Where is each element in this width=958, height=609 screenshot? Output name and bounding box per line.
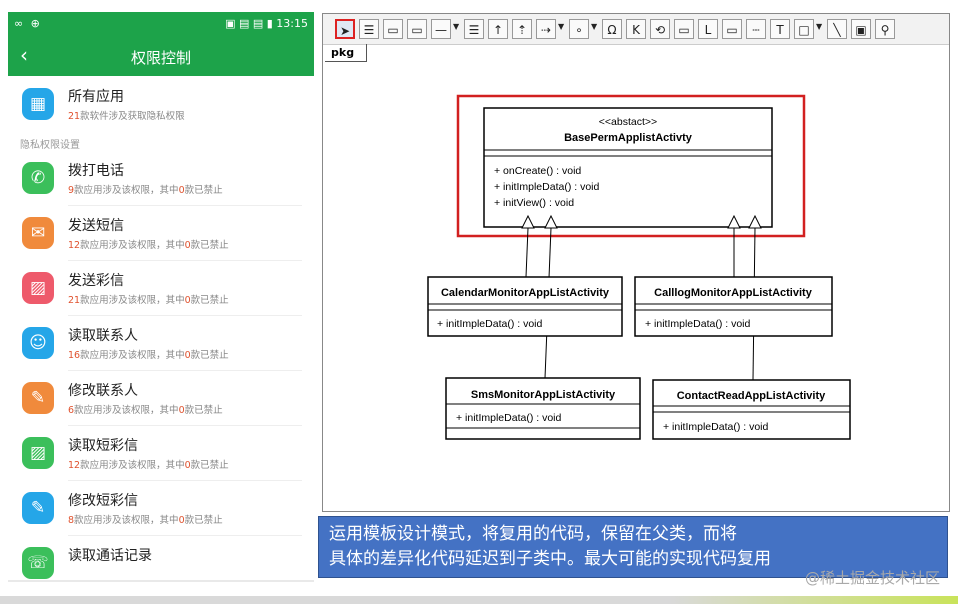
status-bar: ∞ ⊕ ▣ ▤ ▤ ▮ 13:15	[8, 12, 314, 36]
abstract-op: + onCreate() : void	[494, 165, 581, 177]
abstract-op: + initImpleData() : void	[494, 181, 599, 193]
permission-title: 读取通话记录	[68, 548, 152, 564]
permission-item[interactable]: ✉ 发送短信 12款应用涉及该权限，其中0款已禁止	[8, 207, 314, 261]
person-icon: ☺	[22, 327, 54, 359]
permission-title: 读取联系人	[68, 328, 138, 344]
subclass-box[interactable]: CalllogMonitorAppListActivity + initImpl…	[634, 276, 833, 337]
permission-item[interactable]: ▨ 发送彩信 21款应用涉及该权限，其中0款已禁止	[8, 262, 314, 316]
mail-icon: ✉	[22, 217, 54, 249]
subclass-op: + initImpleData() : void	[645, 318, 750, 330]
abstract-class[interactable]: <<abstact>> BasePermApplistActivty + onC…	[483, 107, 773, 228]
permission-subtitle: 8款应用涉及该权限，其中0款已禁止	[68, 515, 223, 526]
permission-title: 修改短彩信	[68, 493, 138, 509]
phone-bottom-bar	[8, 580, 314, 582]
permission-subtitle: 12款应用涉及该权限，其中0款已禁止	[68, 240, 229, 251]
status-right-icons: ▣ ▤ ▤ ▮ 13:15	[225, 17, 308, 30]
divider	[68, 425, 302, 426]
uml-editor: ➤ ☰ ▭ ▭ — ▼ ☰ ↑ ⇡ ⇢ ▼ ∘ ▼ Ω K ⟲ ▭ L ▭ ┄ T □ ▼ ╲ ▣ ⚲ pkg <<abstact…	[322, 13, 950, 512]
watermark: @稀土掘金技术社区	[804, 569, 940, 587]
permission-subtitle: 16款应用涉及该权限，其中0款已禁止	[68, 350, 229, 361]
subclass-name: CalllogMonitorAppListActivity	[654, 287, 813, 299]
permission-item[interactable]: ✎ 修改联系人 6款应用涉及该权限，其中0款已禁止	[8, 372, 314, 426]
app-bar: ‹ 权限控制	[8, 36, 314, 76]
divider	[68, 260, 302, 261]
subclass-op: + initImpleData() : void	[456, 412, 561, 424]
permission-item[interactable]: ☺ 读取联系人 16款应用涉及该权限，其中0款已禁止	[8, 317, 314, 371]
permission-title: 发送短信	[68, 218, 124, 234]
class-diagram: <<abstact>> BasePermApplistActivty + onC…	[427, 94, 851, 440]
subclass-name: SmsMonitorAppListActivity	[471, 389, 616, 401]
divider	[68, 480, 302, 481]
subclass-op: + initImpleData() : void	[437, 318, 542, 330]
permission-item[interactable]: ✎ 修改短彩信 8款应用涉及该权限，其中0款已禁止	[8, 482, 314, 536]
message-image-icon: ▨	[22, 437, 54, 469]
edit-person-icon: ✎	[22, 382, 54, 414]
permission-title: 读取短彩信	[68, 438, 138, 454]
divider	[68, 370, 302, 371]
subclass-box[interactable]: ContactReadAppListActivity + initImpleDa…	[652, 379, 851, 440]
permission-item[interactable]: ▨ 读取短彩信 12款应用涉及该权限，其中0款已禁止	[8, 427, 314, 481]
divider	[68, 315, 302, 316]
divider	[68, 535, 302, 536]
permission-subtitle: 9款应用涉及该权限，其中0款已禁止	[68, 185, 223, 196]
footer-strip	[0, 596, 958, 604]
permission-title: 拨打电话	[68, 163, 124, 179]
permission-item[interactable]: ✆ 拨打电话 9款应用涉及该权限，其中0款已禁止	[8, 152, 314, 206]
all-apps-item[interactable]: ▦ 所有应用 21款软件涉及获取隐私权限	[8, 78, 314, 132]
grid-icon: ▦	[22, 88, 54, 120]
subclass-name: ContactReadAppListActivity	[677, 390, 826, 402]
phone-screen: ∞ ⊕ ▣ ▤ ▤ ▮ 13:15 ‹ 权限控制 ▦ 所有应用 21款软件涉及获…	[8, 12, 314, 582]
subclass-box[interactable]: SmsMonitorAppListActivity + initImpleDat…	[445, 377, 641, 440]
abstract-op: + initView() : void	[494, 197, 574, 209]
permission-subtitle: 21款应用涉及该权限，其中0款已禁止	[68, 295, 229, 306]
phone-icon: ✆	[22, 162, 54, 194]
divider	[68, 205, 302, 206]
permission-subtitle: 12款应用涉及该权限，其中0款已禁止	[68, 460, 229, 471]
abstract-stereotype: <<abstact>>	[599, 116, 657, 128]
image-icon: ▨	[22, 272, 54, 304]
permission-title: 发送彩信	[68, 273, 124, 289]
page-title: 权限控制	[130, 49, 191, 67]
all-apps-subtitle: 21款软件涉及获取隐私权限	[68, 111, 185, 122]
status-left-icons: ∞ ⊕	[14, 17, 42, 30]
permission-item[interactable]: ☏ 读取通话记录	[8, 537, 314, 582]
edit-message-icon: ✎	[22, 492, 54, 524]
all-apps-title: 所有应用	[68, 89, 124, 105]
call-log-icon: ☏	[22, 547, 54, 579]
subclass-box[interactable]: CalendarMonitorAppListActivity + initImp…	[427, 276, 623, 337]
section-header: 隐私权限设置	[20, 140, 80, 151]
abstract-class-name: BasePermApplistActivty	[564, 132, 693, 144]
permission-title: 修改联系人	[68, 383, 138, 399]
caption-line: 运用模板设计模式，将复用的代码，保留在父类，而将	[329, 524, 737, 544]
subclass-op: + initImpleData() : void	[663, 421, 768, 433]
subclass-name: CalendarMonitorAppListActivity	[441, 287, 610, 299]
permission-subtitle: 6款应用涉及该权限，其中0款已禁止	[68, 405, 223, 416]
